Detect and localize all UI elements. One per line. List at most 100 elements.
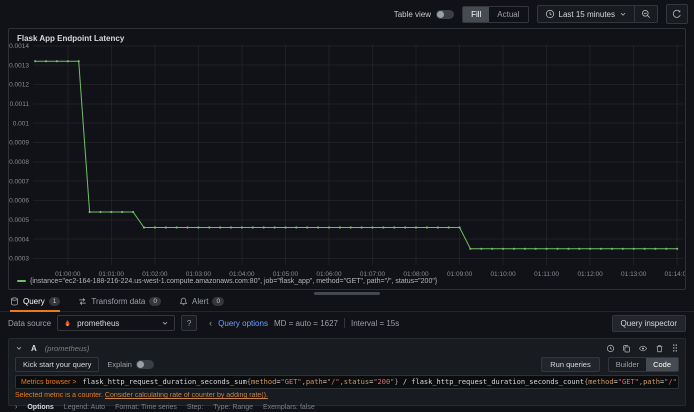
svg-text:0.0005: 0.0005 <box>9 217 29 224</box>
collapse-chevron-icon[interactable] <box>15 344 23 352</box>
counter-warning: Selected metric is a counter. Consider c… <box>15 392 679 401</box>
table-view-toggle[interactable] <box>436 9 455 19</box>
legend-series-swatch <box>17 280 26 282</box>
promql-query-input[interactable]: flask_http_request_duration_seconds_sum{… <box>82 378 678 386</box>
query-datasource-hint: (prometheus) <box>44 343 90 353</box>
chevron-left-icon: ‹ <box>209 318 213 328</box>
svg-text:0.0003: 0.0003 <box>9 256 29 263</box>
svg-text:01:13:00: 01:13:00 <box>621 271 647 278</box>
options-summary-items: Legend: Auto Format: Time series Step: Type… <box>64 404 325 411</box>
toggle-knob <box>136 360 144 368</box>
svg-text:01:12:00: 01:12:00 <box>577 271 603 278</box>
svg-text:01:14:00: 01:14:00 <box>665 271 685 278</box>
tab-transform-count: 0 <box>149 297 161 306</box>
time-picker-group: Last 15 minutes <box>536 5 658 23</box>
promql-editor-row: Metrics browser > flask_http_request_dur… <box>15 375 679 389</box>
query-editor-card: A (prometheus) Kick start your query Exp… <box>8 338 686 411</box>
tab-transform-data[interactable]: Transform data 0 <box>78 297 161 310</box>
chevron-right-icon[interactable]: › <box>15 404 17 411</box>
tab-query-count: 1 <box>48 297 61 306</box>
query-row-header: A (prometheus) <box>15 342 679 354</box>
explain-control: Explain <box>107 359 154 369</box>
svg-text:0.0006: 0.0006 <box>9 198 29 205</box>
remove-query-icon[interactable] <box>655 344 664 353</box>
editor-mode-group: Builder Code <box>607 356 679 372</box>
builder-mode-button[interactable]: Builder <box>609 358 646 371</box>
svg-text:0.0012: 0.0012 <box>9 82 29 89</box>
query-options-toggle[interactable]: ‹ Query options MD = auto = 1627 Interva… <box>209 318 399 328</box>
datasource-help-button[interactable]: ? <box>181 315 198 331</box>
kick-start-query-button[interactable]: Kick start your query <box>15 356 100 372</box>
tab-alert-label: Alert <box>192 297 209 306</box>
svg-text:0.0007: 0.0007 <box>9 178 29 185</box>
toggle-knob <box>437 10 445 18</box>
fill-button[interactable]: Fill <box>463 6 490 22</box>
svg-text:0.001: 0.001 <box>13 120 30 127</box>
table-view-label: Table view <box>393 9 432 19</box>
drag-handle-icon[interactable] <box>671 343 679 353</box>
svg-text:01:11:00: 01:11:00 <box>534 271 559 278</box>
option-summary-item: Exemplars: false <box>262 404 315 411</box>
datasource-value: prometheus <box>77 318 120 328</box>
chevron-down-icon <box>161 319 169 327</box>
query-options-label: Query options <box>218 318 268 328</box>
option-summary-item: Step: <box>186 404 204 411</box>
summary-divider <box>344 318 345 328</box>
svg-text:0.0008: 0.0008 <box>9 159 29 166</box>
editor-tabs: Query 1 Transform data 0 Alert 0 <box>0 297 694 312</box>
actual-button[interactable]: Actual <box>489 7 527 22</box>
options-label[interactable]: Options <box>27 404 53 411</box>
add-rate-hint-link[interactable]: Consider calculating rate of counter by … <box>105 392 268 399</box>
chart-legend: {instance="ec2-164-188-216-224.us-west-1… <box>17 275 437 287</box>
option-summary-item: Legend: Auto <box>63 404 106 411</box>
chevron-down-icon <box>619 10 627 18</box>
legend-series-label[interactable]: {instance="ec2-164-188-216-224.us-west-1… <box>30 278 437 285</box>
refresh-button[interactable] <box>666 4 688 24</box>
query-options-summary-row: › Options Legend: Auto Format: Time serie… <box>15 404 679 411</box>
pane-splitter-grip[interactable] <box>314 292 380 295</box>
svg-text:0.0013: 0.0013 <box>9 62 29 69</box>
hide-response-icon[interactable] <box>638 344 648 353</box>
refresh-icon <box>672 9 682 19</box>
prometheus-flame-icon <box>63 319 72 328</box>
explain-toggle[interactable] <box>135 359 154 369</box>
svg-text:0.0011: 0.0011 <box>10 101 30 108</box>
database-icon <box>10 297 19 306</box>
tab-alert-count: 0 <box>212 297 225 306</box>
run-queries-button[interactable]: Run queries <box>541 356 600 372</box>
svg-text:01:09:00: 01:09:00 <box>447 271 473 278</box>
tab-transform-label: Transform data <box>91 297 146 306</box>
grafana-panel-editor: Table view Fill Actual Last 15 minutes 0… <box>0 0 694 412</box>
tab-query[interactable]: Query 1 <box>10 297 61 312</box>
warning-text: Selected metric is a counter. <box>15 392 103 399</box>
panel-title: Flask App Endpoint Latency <box>17 34 125 43</box>
option-summary-item: Type: Range <box>213 404 253 411</box>
svg-text:0.0004: 0.0004 <box>9 236 29 243</box>
max-data-points-summary: MD = auto = 1627 <box>273 318 338 328</box>
zoom-out-time-button[interactable] <box>634 6 657 22</box>
editor-toolbar: Table view Fill Actual Last 15 minutes <box>0 0 694 28</box>
svg-text:01:10:00: 01:10:00 <box>490 271 516 278</box>
pane-size-group: Fill Actual <box>462 5 529 23</box>
bell-icon <box>179 297 188 306</box>
metrics-browser-toggle[interactable]: Metrics browser > <box>21 379 76 386</box>
datasource-row: Data source prometheus ? ‹ Query options… <box>0 314 694 332</box>
explain-label: Explain <box>107 359 132 369</box>
datasource-picker[interactable]: prometheus <box>57 315 176 331</box>
query-inspector-button[interactable]: Query inspector <box>611 314 686 332</box>
latency-chart[interactable]: 01:00:00 01:01:00 01:02:00 01:03:00 01:04:00… <box>9 29 685 289</box>
history-icon[interactable] <box>606 344 615 353</box>
svg-text:0.0009: 0.0009 <box>9 140 29 147</box>
option-summary-item: Format: Time series <box>115 404 177 411</box>
clock-icon <box>545 9 555 19</box>
duplicate-query-icon[interactable] <box>622 344 631 353</box>
zoom-out-icon <box>641 9 651 19</box>
tab-alert[interactable]: Alert 0 <box>179 297 225 310</box>
code-mode-button[interactable]: Code <box>646 357 678 371</box>
tab-query-label: Query <box>23 297 45 306</box>
query-row-actions <box>606 343 679 353</box>
transform-icon <box>78 297 87 306</box>
latency-panel: 01:00:00 01:01:00 01:02:00 01:03:00 01:04:00… <box>8 28 686 290</box>
time-range-picker[interactable]: Last 15 minutes <box>538 6 634 22</box>
query-ref-id: A <box>31 343 37 353</box>
